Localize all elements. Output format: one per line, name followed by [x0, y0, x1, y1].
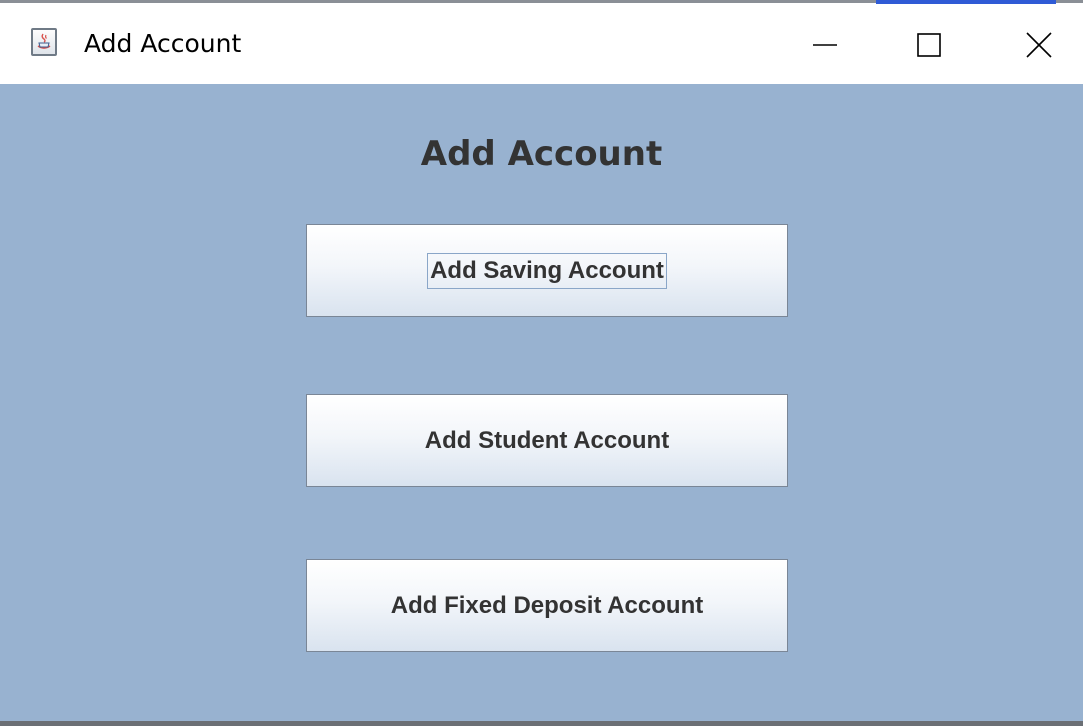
add-student-account-button[interactable]: Add Student Account [306, 394, 788, 487]
add-saving-account-button[interactable]: Add Saving Account [306, 224, 788, 317]
window-bottom-edge [0, 721, 1083, 726]
window-title: Add Account [84, 29, 242, 58]
taskbar-accent [876, 0, 1056, 4]
close-button[interactable] [1004, 20, 1074, 70]
maximize-button[interactable] [894, 20, 964, 70]
app-window: Add Account Add Account Add Saving Accou… [0, 0, 1083, 726]
close-icon [1026, 32, 1052, 58]
title-bar[interactable]: Add Account [0, 6, 1083, 84]
button-label: Add Student Account [424, 426, 670, 454]
button-label: Add Saving Account [427, 252, 667, 289]
maximize-icon [917, 33, 941, 57]
java-coffee-cup-icon [31, 28, 57, 56]
page-title: Add Account [420, 134, 663, 174]
minimize-button[interactable] [790, 20, 860, 70]
button-label: Add Fixed Deposit Account [390, 591, 704, 619]
window-left-border [0, 84, 13, 721]
add-fixed-deposit-account-button[interactable]: Add Fixed Deposit Account [306, 559, 788, 652]
minimize-icon [813, 44, 837, 46]
content-panel: Add Account Add Saving Account Add Stude… [13, 84, 1083, 721]
